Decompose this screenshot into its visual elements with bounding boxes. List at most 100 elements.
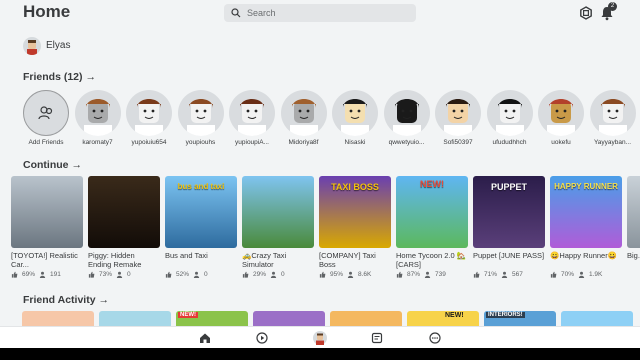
friends-section-title[interactable]: Friends (12) →	[23, 71, 96, 83]
chat-icon	[371, 332, 383, 344]
search-placeholder: Search	[247, 8, 276, 18]
activity-game-tile[interactable]: NEW!	[407, 311, 479, 327]
thumbs-up-icon	[550, 271, 557, 278]
search-input[interactable]: Search	[224, 4, 416, 22]
friend-avatar	[383, 90, 430, 136]
game-player-count: 0	[204, 271, 208, 278]
game-title: 🚕Crazy Taxi Simulator	[242, 251, 287, 269]
search-icon	[231, 8, 241, 18]
continue-section-title[interactable]: Continue →	[23, 159, 82, 171]
bottom-navigation	[0, 326, 640, 348]
more-icon	[429, 332, 441, 344]
player-count-icon	[501, 271, 508, 278]
friend-avatar	[229, 90, 275, 136]
interiors-badge: INTERIORS!	[486, 312, 525, 318]
activity-game-tile[interactable]	[330, 311, 402, 327]
top-bar: Home Search 2	[0, 0, 640, 28]
game-player-count: 191	[50, 271, 61, 278]
friend-item[interactable]: qwwetyuio...	[381, 90, 433, 146]
friend-item[interactable]: uokefu	[535, 90, 587, 146]
friend-item[interactable]: ufududhhch	[484, 90, 536, 146]
friend-avatar	[126, 90, 172, 136]
friend-item[interactable]: Sofi50397	[432, 90, 484, 146]
activity-game-tile[interactable]	[561, 311, 633, 327]
friend-name: youpiouhs	[185, 139, 216, 146]
game-rating: 95%	[330, 271, 344, 278]
nav-discover[interactable]	[254, 330, 270, 346]
game-tile[interactable]: NEW! Home Tycoon 2.0 🏡 [CARS] 87% 739	[396, 176, 468, 278]
friend-item[interactable]: Midoriya8f	[278, 90, 330, 146]
player-count-icon	[39, 271, 46, 278]
nav-chat[interactable]	[369, 330, 385, 346]
player-count-icon	[193, 271, 200, 278]
add-friends-button[interactable]: Add Friends	[20, 90, 72, 146]
avatar[interactable]	[23, 37, 41, 55]
game-rating: 71%	[484, 271, 498, 278]
game-player-count: 0	[127, 271, 131, 278]
game-thumb-text: TAXI BOSS	[331, 182, 379, 192]
friend-avatar	[486, 90, 533, 136]
game-thumbnail: NEW!	[396, 176, 468, 248]
game-tile[interactable]: HAPPY RUNNER 😀Happy Runner😀 70% 1.9K	[550, 176, 622, 278]
friend-item[interactable]: yupoiuiu654	[123, 90, 175, 146]
friend-activity-title-text: Friend Activity	[23, 294, 96, 306]
game-thumb-text: HAPPY RUNNER	[554, 182, 618, 191]
player-count-icon	[116, 271, 123, 278]
activity-game-tile[interactable]	[22, 311, 94, 327]
game-tile[interactable]: bus and taxi Bus and Taxi 52% 0	[165, 176, 237, 278]
activity-game-tile[interactable]	[99, 311, 171, 327]
game-tile[interactable]: PUPPET Puppet [JUNE PASS] 71% 567	[473, 176, 545, 278]
thumbs-up-icon	[396, 271, 403, 278]
game-stats: 87% 739	[396, 271, 468, 278]
game-player-count: 0	[281, 271, 285, 278]
friend-item[interactable]: karomaty7	[72, 90, 124, 146]
game-thumbnail: PUPPET	[473, 176, 545, 248]
game-thumbnail	[242, 176, 314, 248]
friend-avatar	[435, 90, 481, 136]
friend-name: yupoiuiu654	[131, 139, 167, 146]
game-tile[interactable]: TAXI BOSS [COMPANY] Taxi Boss 95% 8.6K	[319, 176, 391, 278]
game-rating: 69%	[22, 271, 36, 278]
game-thumb-text: PUPPET	[490, 182, 527, 192]
game-title: Piggy: Hidden Ending Remake	[88, 251, 142, 269]
activity-game-tile[interactable]: INTERIORS!	[484, 311, 556, 327]
system-navigation-bar	[0, 348, 640, 360]
game-player-count: 567	[512, 271, 523, 278]
friend-name: karomaty7	[82, 139, 113, 146]
game-stats: 52% 0	[165, 271, 237, 278]
player-count-icon	[270, 271, 277, 278]
game-tile[interactable]: Piggy: Hidden Ending Remake 73% 0	[88, 176, 160, 278]
game-tile[interactable]: Big...	[627, 176, 640, 269]
friend-name: qwwetyuio...	[388, 139, 425, 146]
game-stats: 73% 0	[88, 271, 160, 278]
robux-icon[interactable]	[579, 6, 593, 20]
nav-more[interactable]	[427, 330, 443, 346]
chevron-right-icon: →	[85, 71, 97, 83]
friend-activity-section-title[interactable]: Friend Activity →	[23, 294, 109, 306]
chevron-right-icon: →	[98, 294, 110, 306]
game-thumbnail	[11, 176, 83, 248]
friend-item[interactable]: yupioupiA...	[226, 90, 278, 146]
activity-game-tile[interactable]: NEW!	[176, 311, 248, 327]
game-tile[interactable]: 🚕Crazy Taxi Simulator 29% 0	[242, 176, 314, 278]
game-title: Puppet [JUNE PASS]	[473, 251, 545, 260]
username[interactable]: Elyas	[46, 40, 70, 51]
game-tile[interactable]: [TOYOTA!] Realistic Car... 69% 191	[11, 176, 83, 278]
game-rating: 52%	[176, 271, 190, 278]
new-badge: NEW!	[445, 312, 464, 319]
friends-row: Add Friends karomaty7 yupoiuiu654 youpiouh…	[20, 90, 640, 150]
nav-home[interactable]	[197, 330, 213, 346]
activity-game-tile[interactable]	[253, 311, 325, 327]
friend-name: Yayyayban...	[593, 139, 632, 146]
friend-avatar	[538, 90, 584, 136]
game-player-count: 8.6K	[358, 271, 372, 278]
game-thumbnail: TAXI BOSS	[319, 176, 391, 248]
game-stats: 29% 0	[242, 271, 314, 278]
game-title: 😀Happy Runner😀	[550, 251, 618, 260]
game-rating: 29%	[253, 271, 267, 278]
add-friend-icon	[38, 106, 53, 120]
friend-item[interactable]: youpiouhs	[175, 90, 227, 146]
friend-item[interactable]: Nisaski	[329, 90, 381, 146]
nav-avatar[interactable]	[312, 330, 328, 346]
friend-item[interactable]: Yayyayban...	[587, 90, 639, 146]
